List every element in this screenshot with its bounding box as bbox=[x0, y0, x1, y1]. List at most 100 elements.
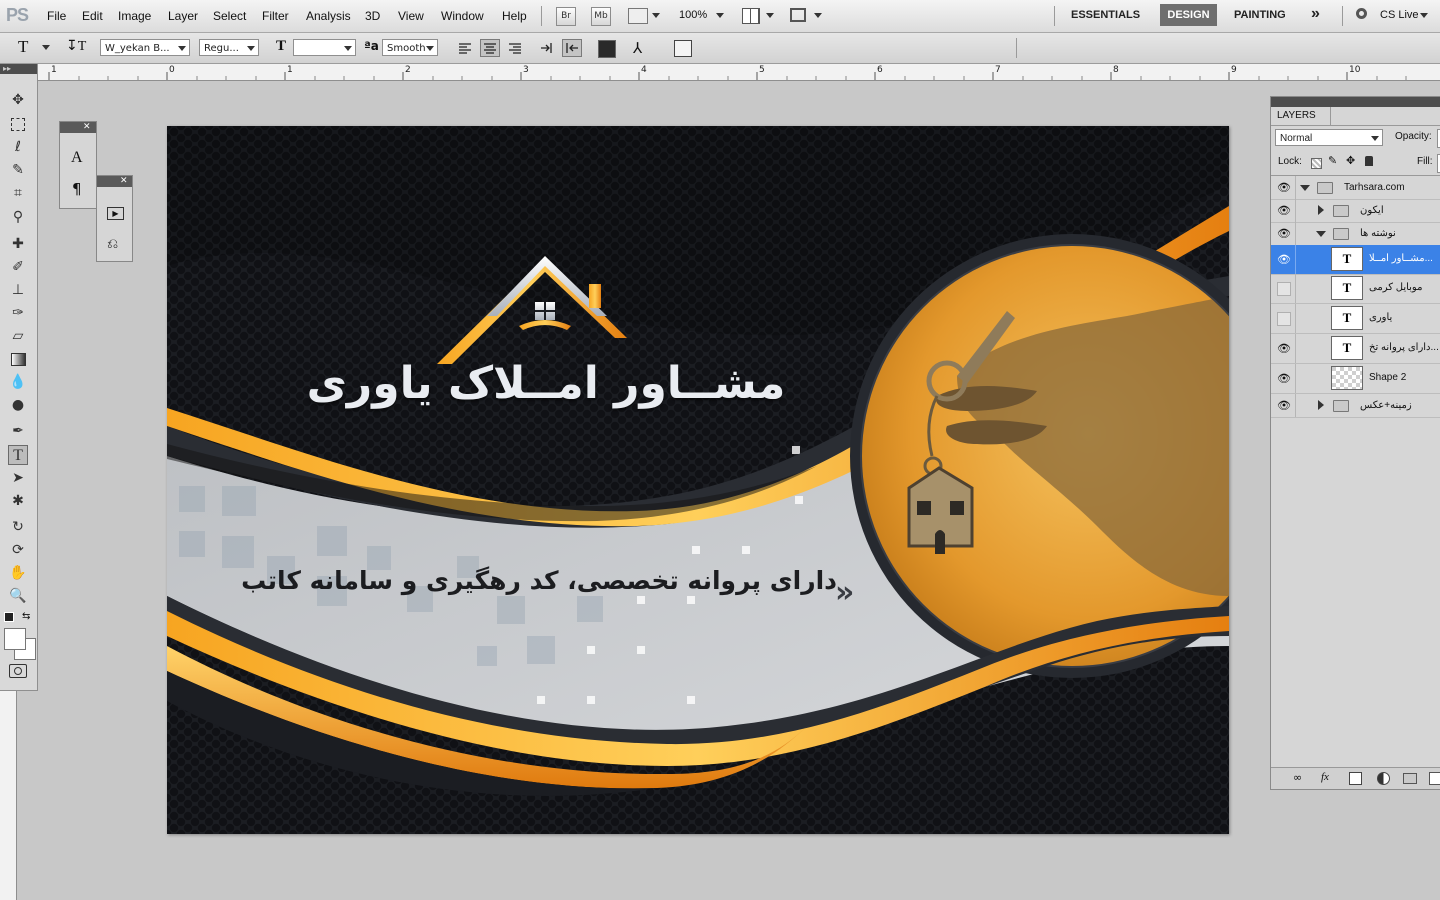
eye-icon[interactable]: 👁 bbox=[1277, 227, 1291, 240]
type-tool-icon[interactable]: T bbox=[8, 445, 28, 465]
menu-file[interactable]: File bbox=[47, 9, 66, 23]
layer-row[interactable]: 👁 Shape 2 bbox=[1271, 364, 1440, 394]
layer-name[interactable]: آیکون bbox=[1360, 205, 1432, 216]
dodge-tool-icon[interactable]: ● bbox=[8, 395, 28, 415]
layer-row[interactable]: 👁 آیکون bbox=[1271, 199, 1440, 223]
bridge-button[interactable]: Br bbox=[556, 7, 576, 26]
crop-tool-icon[interactable]: ⌗ bbox=[8, 183, 28, 203]
close-icon[interactable]: ✕ bbox=[120, 176, 128, 186]
actions-play-icon[interactable]: ▶ bbox=[107, 207, 124, 220]
lock-pixels-icon[interactable]: ✎ bbox=[1328, 154, 1337, 167]
layer-row[interactable]: 👁 T دارای پروانه تخ... bbox=[1271, 334, 1440, 364]
group-collapsed-icon[interactable] bbox=[1318, 400, 1324, 410]
eraser-tool-icon[interactable]: ▱ bbox=[8, 326, 28, 346]
foreground-color-swatch[interactable] bbox=[4, 628, 26, 650]
layer-row-selected[interactable]: 👁 T مشــاور امــلا... bbox=[1271, 245, 1440, 275]
rtl-text-button[interactable] bbox=[562, 39, 582, 57]
chevron-down-icon[interactable] bbox=[716, 13, 724, 18]
type-tool-preset-icon[interactable]: T bbox=[18, 37, 28, 57]
view-extras-button[interactable] bbox=[628, 8, 648, 24]
menu-layer[interactable]: Layer bbox=[168, 9, 198, 23]
eye-icon[interactable]: 👁 bbox=[1277, 342, 1291, 355]
clone-stamp-tool-icon[interactable]: ⊥ bbox=[8, 280, 28, 300]
menu-3d[interactable]: 3D bbox=[365, 9, 380, 23]
chevron-down-icon[interactable] bbox=[814, 13, 822, 18]
warp-text-icon[interactable]: ⅄ bbox=[633, 39, 642, 58]
eyedropper-tool-icon[interactable]: ⚲ bbox=[8, 207, 28, 227]
layer-name[interactable]: Shape 2 bbox=[1369, 372, 1440, 383]
cs-live-icon[interactable] bbox=[1356, 8, 1367, 19]
menu-edit[interactable]: Edit bbox=[82, 9, 103, 23]
adjustment-layer-icon[interactable] bbox=[1377, 772, 1390, 785]
eye-icon[interactable]: 👁 bbox=[1277, 181, 1291, 194]
layer-row[interactable]: 👁 Tarhsara.com bbox=[1271, 176, 1440, 200]
layer-name[interactable]: Tarhsara.com bbox=[1344, 182, 1416, 193]
align-right-button[interactable] bbox=[505, 39, 525, 57]
more-workspaces-icon[interactable]: » bbox=[1311, 5, 1320, 23]
character-panel-toggle-icon[interactable] bbox=[674, 40, 692, 57]
custom-shape-tool-icon[interactable]: ✱ bbox=[8, 491, 28, 511]
quick-selection-tool-icon[interactable]: ✎ bbox=[8, 160, 28, 180]
layer-row[interactable]: T یاوری bbox=[1271, 304, 1440, 334]
character-panel-icon[interactable]: A bbox=[71, 149, 83, 167]
font-size-select[interactable] bbox=[293, 39, 356, 56]
lock-all-icon[interactable] bbox=[1365, 156, 1373, 166]
layer-name[interactable]: مشــاور امــلا... bbox=[1369, 253, 1440, 264]
menu-filter[interactable]: Filter bbox=[262, 9, 289, 23]
anti-alias-select[interactable]: Smooth bbox=[382, 39, 438, 56]
align-center-button[interactable] bbox=[480, 39, 500, 57]
lock-transparency-icon[interactable] bbox=[1311, 158, 1322, 169]
layer-name[interactable]: موبایل کرمی bbox=[1369, 282, 1440, 293]
blur-tool-icon[interactable]: 💧 bbox=[8, 372, 28, 392]
tagline[interactable]: دارای پروانه تخصصی، کد رهگیری و سامانه ک… bbox=[227, 566, 837, 595]
swap-colors-icon[interactable]: ⇆ bbox=[22, 611, 30, 622]
zoom-tool-icon[interactable]: 🔍 bbox=[8, 586, 28, 606]
font-style-select[interactable]: Regu... bbox=[199, 39, 259, 56]
text-color-swatch[interactable] bbox=[598, 40, 616, 58]
lock-position-icon[interactable]: ✥ bbox=[1346, 154, 1355, 167]
gradient-tool-icon[interactable] bbox=[8, 349, 28, 369]
group-expanded-icon[interactable] bbox=[1300, 185, 1310, 191]
chevron-down-icon[interactable] bbox=[42, 45, 50, 50]
menu-view[interactable]: View bbox=[398, 9, 424, 23]
close-icon[interactable]: ✕ bbox=[83, 122, 91, 132]
toolbox-collapse-icon[interactable]: ▸▸ bbox=[0, 64, 37, 74]
layer-row[interactable]: 👁 زمینه+عکس bbox=[1271, 394, 1440, 418]
menu-help[interactable]: Help bbox=[502, 9, 527, 23]
chevron-down-icon[interactable] bbox=[1420, 13, 1428, 18]
eye-icon[interactable]: 👁 bbox=[1277, 399, 1291, 412]
add-mask-icon[interactable] bbox=[1349, 772, 1362, 785]
font-family-select[interactable]: W_yekan B... bbox=[100, 39, 190, 56]
layers-tab[interactable]: LAYERS bbox=[1271, 107, 1331, 125]
paragraph-panel-icon[interactable]: ¶ bbox=[72, 180, 82, 198]
pen-tool-icon[interactable]: ✒ bbox=[8, 421, 28, 441]
chevron-down-icon[interactable] bbox=[652, 13, 660, 18]
menu-window[interactable]: Window bbox=[441, 9, 484, 23]
layer-name[interactable]: یاوری bbox=[1369, 312, 1440, 323]
visibility-toggle-off[interactable] bbox=[1277, 312, 1291, 326]
workspace-design[interactable]: DESIGN bbox=[1160, 4, 1217, 26]
3d-rotate-tool-icon[interactable]: ↻ bbox=[8, 517, 28, 537]
eye-icon[interactable]: 👁 bbox=[1277, 372, 1291, 385]
workspace-essentials[interactable]: ESSENTIALS bbox=[1071, 9, 1140, 21]
history-panel-icon[interactable]: ⎌ bbox=[107, 236, 118, 252]
3d-orbit-tool-icon[interactable]: ⟳ bbox=[8, 540, 28, 560]
move-tool-icon[interactable]: ✥ bbox=[8, 90, 28, 110]
history-brush-tool-icon[interactable]: ✑ bbox=[8, 303, 28, 323]
toggle-text-orientation-icon[interactable]: ↧T bbox=[66, 38, 86, 55]
zoom-level[interactable]: 100% bbox=[679, 9, 707, 21]
chevron-down-icon[interactable] bbox=[766, 13, 774, 18]
hand-tool-icon[interactable]: ✋ bbox=[8, 563, 28, 583]
layer-name[interactable]: دارای پروانه تخ... bbox=[1369, 342, 1440, 353]
menu-analysis[interactable]: Analysis bbox=[306, 9, 351, 23]
path-selection-tool-icon[interactable]: ➤ bbox=[8, 468, 28, 488]
screen-mode-icon[interactable] bbox=[790, 8, 806, 22]
default-colors-icon[interactable] bbox=[4, 612, 14, 622]
panel-header[interactable] bbox=[60, 122, 96, 133]
lasso-tool-icon[interactable]: ℓ bbox=[8, 137, 28, 157]
new-layer-icon[interactable] bbox=[1429, 772, 1440, 785]
healing-brush-tool-icon[interactable]: ✚ bbox=[8, 234, 28, 254]
marquee-tool-icon[interactable] bbox=[8, 114, 28, 134]
quick-mask-icon[interactable] bbox=[9, 664, 27, 678]
blend-mode-select[interactable]: Normal bbox=[1275, 129, 1383, 146]
